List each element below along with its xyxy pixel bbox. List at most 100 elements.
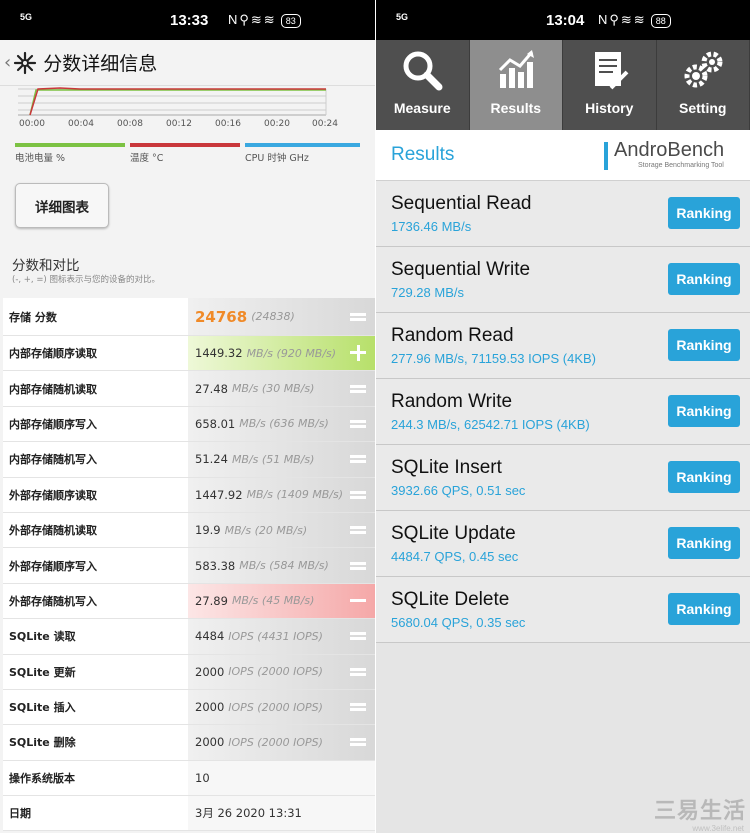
score-table: 存储 分数 24768 (24838) 内部存储顺序读取 1449.32 MB/s (92… <box>3 298 375 832</box>
result-name: Random Write <box>391 391 513 412</box>
legend-battery: 电池电量 % <box>15 143 125 165</box>
score-row-label: 外部存储顺序读取 <box>9 488 97 502</box>
snowflake-logo-icon <box>14 51 37 74</box>
score-unit: MB/s (45 MB/s) <box>231 594 315 608</box>
signal-indicator: 5G <box>396 12 409 22</box>
result-name: Sequential Write <box>391 259 531 280</box>
ranking-button[interactable]: Ranking <box>668 527 740 559</box>
tab-results[interactable]: Results <box>469 40 563 130</box>
score-row: 内部存储顺序写入 658.01 MB/s (636 MB/s) <box>3 406 375 443</box>
score-value-cell: 658.01 MB/s (636 MB/s) <box>188 406 375 442</box>
tab-label: Measure <box>393 100 451 116</box>
score-value-cell: 10 <box>188 760 375 796</box>
score-row-label: 外部存储随机读取 <box>9 524 97 538</box>
status-glyphs: N⚲≋≋ <box>228 12 277 27</box>
equal-icon <box>349 521 367 539</box>
tab-measure[interactable]: Measure <box>376 40 470 130</box>
results-list: Sequential Read 1736.46 MB/s Ranking Sequen… <box>376 181 750 643</box>
equal-icon <box>349 663 367 681</box>
androbench-logo: AndroBench Storage Benchmarking Tool <box>604 139 736 171</box>
section-subtitle: (-, +, =) 图标表示与您的设备的对比。 <box>12 275 160 285</box>
score-value: 2000 <box>195 700 225 715</box>
detail-chart-button[interactable]: 详细图表 <box>15 183 109 228</box>
logo-bar <box>604 142 608 170</box>
score-row-label: 内部存储随机写入 <box>9 453 97 467</box>
score-unit: MB/s (1409 MB/s) <box>246 488 344 502</box>
result-value: 1736.46 MB/s <box>391 219 472 234</box>
result-value: 3932.66 QPS, 0.51 sec <box>391 483 526 498</box>
ranking-button[interactable]: Ranking <box>668 197 740 229</box>
score-value: 51.24 <box>195 452 228 467</box>
status-bar: 5G 13:33 N⚲≋≋ 83 <box>0 0 375 40</box>
score-value-cell: 3月 26 2020 13:31 <box>188 796 375 831</box>
score-value: 4484 <box>195 629 225 644</box>
score-value: 19.9 <box>195 523 221 538</box>
x-tick: 00:00 <box>19 119 45 129</box>
results-header: Results AndroBench Storage Benchmarking … <box>376 130 750 181</box>
result-name: Sequential Read <box>391 193 532 214</box>
score-value-cell: 1449.32 MB/s (920 MB/s) <box>188 336 375 371</box>
score-row: 操作系统版本 10 <box>3 760 375 797</box>
legend-label: CPU 时钟 GHz <box>245 153 309 164</box>
score-row-label: 外部存储随机写入 <box>9 594 97 608</box>
result-name: Random Read <box>391 325 514 346</box>
score-row-label: 内部存储顺序读取 <box>9 347 97 361</box>
section-title: 分数和对比 <box>12 258 80 274</box>
detail-header: ‹ 分数详细信息 <box>0 40 375 86</box>
brand-tagline: Storage Benchmarking Tool <box>638 162 724 169</box>
score-value: 27.89 <box>195 593 228 608</box>
status-icons: N⚲≋≋ 83 <box>228 12 301 28</box>
score-unit: (24838) <box>251 310 295 323</box>
status-time: 13:33 <box>170 12 209 29</box>
score-row: 存储 分数 24768 (24838) <box>3 298 375 336</box>
score-value-cell: 19.9 MB/s (20 MB/s) <box>188 512 375 548</box>
gears-icon <box>684 51 723 88</box>
x-tick: 00:04 <box>68 119 94 129</box>
status-icons: N⚲≋≋ 88 <box>598 12 671 28</box>
ranking-button[interactable]: Ranking <box>668 263 740 295</box>
ranking-button[interactable]: Ranking <box>668 395 740 427</box>
tab-label: Results <box>490 100 542 116</box>
equal-icon <box>349 486 367 504</box>
score-row: SQLite 读取 4484 IOPS (4431 IOPS) <box>3 619 375 655</box>
tab-setting[interactable]: Setting <box>657 40 750 130</box>
score-value: 10 <box>195 770 210 785</box>
result-value: 4484.7 QPS, 0.45 sec <box>391 549 519 564</box>
ranking-button[interactable]: Ranking <box>668 593 740 625</box>
score-value: 3月 26 2020 13:31 <box>195 806 302 821</box>
score-unit: MB/s (584 MB/s) <box>239 559 329 573</box>
score-row: 外部存储随机读取 19.9 MB/s (20 MB/s) <box>3 512 375 549</box>
score-value-cell: 24768 (24838) <box>188 298 375 335</box>
tab-history[interactable]: History <box>563 40 657 130</box>
score-value-cell: 51.24 MB/s (51 MB/s) <box>188 442 375 477</box>
brand-name: AndroBench <box>614 139 725 161</box>
chart-x-axis: 00:00 00:04 00:08 00:12 00:16 00:20 00:2… <box>0 119 375 133</box>
legend-label: 电池电量 % <box>15 153 66 164</box>
score-row-label: SQLite 删除 <box>9 736 76 750</box>
score-unit: IOPS (2000 IOPS) <box>228 665 323 679</box>
score-row: 日期 3月 26 2020 13:31 <box>3 796 375 832</box>
ranking-button[interactable]: Ranking <box>668 461 740 493</box>
score-row: 内部存储随机读取 27.48 MB/s (30 MB/s) <box>3 371 375 407</box>
status-time: 13:04 <box>546 12 585 29</box>
score-row-label: 外部存储顺序写入 <box>9 559 97 573</box>
equal-icon <box>349 450 367 468</box>
score-row: 内部存储顺序读取 1449.32 MB/s (920 MB/s) <box>3 336 375 372</box>
magnifier-icon <box>403 51 443 91</box>
watermark-logo: 三易生活 <box>653 799 746 824</box>
equal-icon <box>349 308 367 326</box>
legend-label: 温度 °C <box>130 153 164 164</box>
androbench-panel: 5G 13:04 N⚲≋≋ 88 Measure Results History… <box>376 0 750 833</box>
ranking-button[interactable]: Ranking <box>668 329 740 361</box>
result-item: SQLite Update 4484.7 QPS, 0.45 sec Ranking <box>376 511 750 577</box>
score-row: 外部存储顺序读取 1447.92 MB/s (1409 MB/s) <box>3 477 375 513</box>
score-row: 外部存储顺序写入 583.38 MB/s (584 MB/s) <box>3 548 375 584</box>
result-value: 244.3 MB/s, 62542.71 IOPS (4KB) <box>391 417 590 432</box>
legend-temperature: 温度 °C <box>130 143 240 165</box>
chart-icon <box>498 50 534 88</box>
score-value-cell: 2000 IOPS (2000 IOPS) <box>188 725 375 760</box>
x-tick: 00:24 <box>312 119 338 129</box>
back-arrow-icon[interactable]: ‹ <box>4 52 11 73</box>
score-unit: MB/s (30 MB/s) <box>231 382 315 396</box>
tab-label: History <box>585 100 634 116</box>
